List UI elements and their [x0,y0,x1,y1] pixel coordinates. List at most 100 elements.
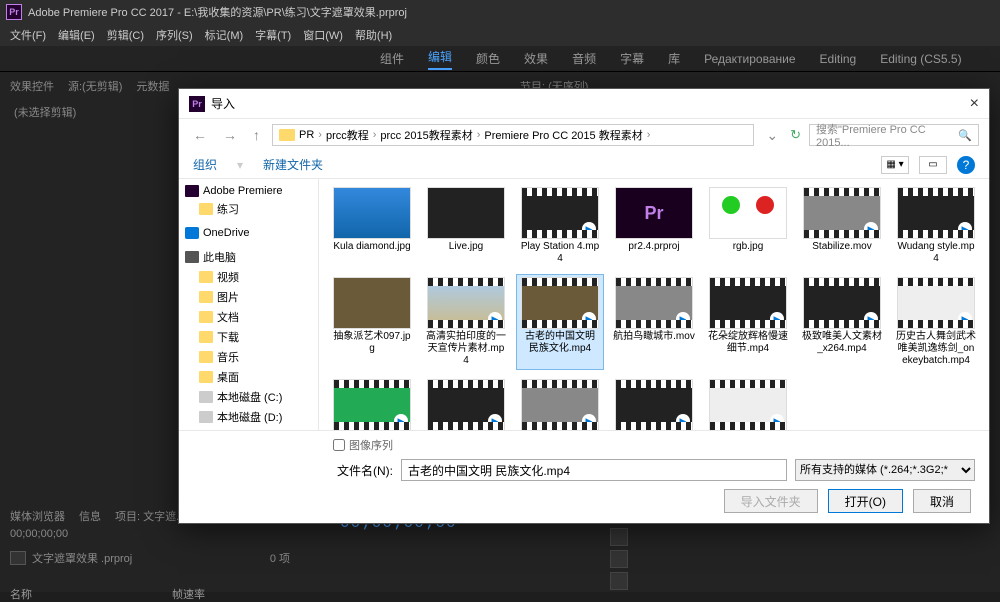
tree-item[interactable]: 此电脑 [181,247,316,267]
tree-item[interactable]: 练习 [181,199,316,219]
file-item[interactable]: ▶历史古人舞剑武术唯美凯逸练剑_onekeybatch.mp4 [893,275,979,369]
menu-item[interactable]: 帮助(H) [349,27,398,43]
file-label: pr2.4.prproj [628,241,679,253]
file-item[interactable]: ▶航拍鸟瞰城市.mov [611,275,697,369]
preview-pane-button[interactable]: ▭ [919,156,947,174]
workspace-tab[interactable]: Editing (CS5.5) [880,52,961,66]
file-item[interactable]: Kula diamond.jpg [329,185,415,267]
workspace-tab[interactable]: 颜色 [476,50,500,67]
file-item[interactable]: ▶ [611,377,697,430]
open-button[interactable]: 打开(O) [828,489,903,513]
workspace-tab[interactable]: 效果 [524,50,548,67]
file-item[interactable]: ▶Stabilize.mov [799,185,885,267]
menu-item[interactable]: 剪辑(C) [101,27,150,43]
filename-input[interactable] [401,459,787,481]
workspace-tab[interactable]: 编辑 [428,48,452,70]
workspace-tab[interactable]: Editing [820,52,857,66]
refresh-icon[interactable]: ↻ [790,127,801,143]
col-fps[interactable]: 帧速率 [172,586,205,602]
panel-tab[interactable]: 媒体浏览器 [10,511,65,523]
file-item[interactable]: ▶ [329,377,415,430]
menu-item[interactable]: 字幕(T) [249,27,297,43]
tree-item-label: 图片 [217,289,239,305]
folder-icon [199,351,213,363]
menu-item[interactable]: 文件(F) [4,27,52,43]
file-item[interactable]: 抽象派艺术097.jpg [329,275,415,369]
tree-item[interactable]: 下载 [181,327,316,347]
file-item[interactable]: Prpr2.4.prproj [611,185,697,267]
workspace-tab[interactable]: 字幕 [620,50,644,67]
close-icon[interactable]: × [970,95,979,113]
tree-item-label: 本地磁盘 (D:) [217,409,282,425]
help-icon[interactable]: ? [957,156,975,174]
file-item[interactable]: ▶花朵绽放辉格慢速细节.mp4 [705,275,791,369]
menubar: 文件(F)编辑(E)剪辑(C)序列(S)标记(M)字幕(T)窗口(W)帮助(H) [0,24,1000,46]
image-sequence-checkbox[interactable] [333,439,345,451]
file-item[interactable]: ▶ [423,377,509,430]
file-item[interactable]: ▶高清实拍印度的一天宣传片素材.mp4 [423,275,509,369]
tree-item-label: OneDrive [203,227,249,239]
file-label: 抽象派艺术097.jpg [331,331,413,355]
file-filter-select[interactable]: 所有支持的媒体 (*.264;*.3G2;* [795,459,975,481]
breadcrumb[interactable]: PR›prcc教程›prcc 2015教程素材›Premiere Pro CC … [272,124,754,146]
panel-tab[interactable]: 项目: 文字遮... [115,511,185,523]
folder-icon [199,411,213,423]
tree-item[interactable]: 音乐 [181,347,316,367]
breadcrumb-item[interactable]: PR [299,129,314,141]
nav-forward-icon[interactable]: → [219,127,241,143]
workspace-tab[interactable]: Редактирование [704,52,795,66]
tree-item[interactable]: 本地磁盘 (D:) [181,407,316,427]
file-item[interactable]: Live.jpg [423,185,509,267]
tree-item[interactable]: 本地磁盘 (C:) [181,387,316,407]
filename-label: 文件名(N): [313,462,393,479]
tree-item[interactable]: 视频 [181,267,316,287]
file-item[interactable]: ▶Wudang style.mp4 [893,185,979,267]
file-item[interactable]: rgb.jpg [705,185,791,267]
import-folder-button[interactable]: 导入文件夹 [724,489,818,513]
menu-item[interactable]: 编辑(E) [52,27,101,43]
file-item[interactable]: ▶ [705,377,791,430]
menu-item[interactable]: 标记(M) [199,27,250,43]
dropdown-icon[interactable]: ⌄ [762,127,782,144]
tree-item[interactable]: OneDrive [181,225,316,241]
breadcrumb-item[interactable]: Premiere Pro CC 2015 教程素材 [484,127,642,143]
file-thumbnail [333,277,411,329]
tool-2-icon[interactable] [610,528,628,546]
panel-tab[interactable]: 信息 [79,511,101,523]
tree-item[interactable]: 图片 [181,287,316,307]
menu-item[interactable]: 序列(S) [150,27,199,43]
workspace-tab[interactable]: 库 [668,50,680,67]
tool-4-icon[interactable] [610,572,628,590]
tool-3-icon[interactable] [610,550,628,568]
view-mode-button[interactable]: ▦ ▾ [881,156,909,174]
workspace-tab[interactable]: 音频 [572,50,596,67]
search-input[interactable]: 搜索"Premiere Pro CC 2015... 🔍 [809,124,979,146]
tree-item[interactable]: 文档 [181,307,316,327]
cancel-button[interactable]: 取消 [913,489,971,513]
col-name[interactable]: 名称 [10,586,32,602]
chevron-right-icon: › [318,129,322,141]
file-item[interactable]: ▶ [517,377,603,430]
file-item[interactable]: ▶古老的中国文明 民族文化.mp4 [517,275,603,369]
tree-item[interactable]: Adobe Premiere [181,183,316,199]
video-badge-icon: ▶ [582,414,596,428]
file-label: 航拍鸟瞰城市.mov [613,331,695,343]
panel-tab[interactable]: 源:(无剪辑) [68,78,122,94]
menu-item[interactable]: 窗口(W) [297,27,349,43]
file-thumbnail: ▶ [521,379,599,430]
nav-back-icon[interactable]: ← [189,127,211,143]
file-item[interactable]: ▶Play Station 4.mp4 [517,185,603,267]
tree-item[interactable]: 桌面 [181,367,316,387]
file-item[interactable]: ▶极致唯美人文素材_x264.mp4 [799,275,885,369]
breadcrumb-item[interactable]: prcc教程 [326,127,369,143]
file-thumbnail: ▶ [427,379,505,430]
panel-tab[interactable]: 效果控件 [10,78,54,94]
image-sequence-label: 图像序列 [349,437,393,453]
organize-button[interactable]: 组织 [193,156,217,173]
new-folder-button[interactable]: 新建文件夹 [263,156,323,173]
nav-up-icon[interactable]: ↑ [249,127,264,143]
breadcrumb-item[interactable]: prcc 2015教程素材 [380,127,472,143]
chevron-right-icon: › [373,129,377,141]
workspace-tab[interactable]: 组件 [380,50,404,67]
panel-tab[interactable]: 元数据 [136,78,169,94]
